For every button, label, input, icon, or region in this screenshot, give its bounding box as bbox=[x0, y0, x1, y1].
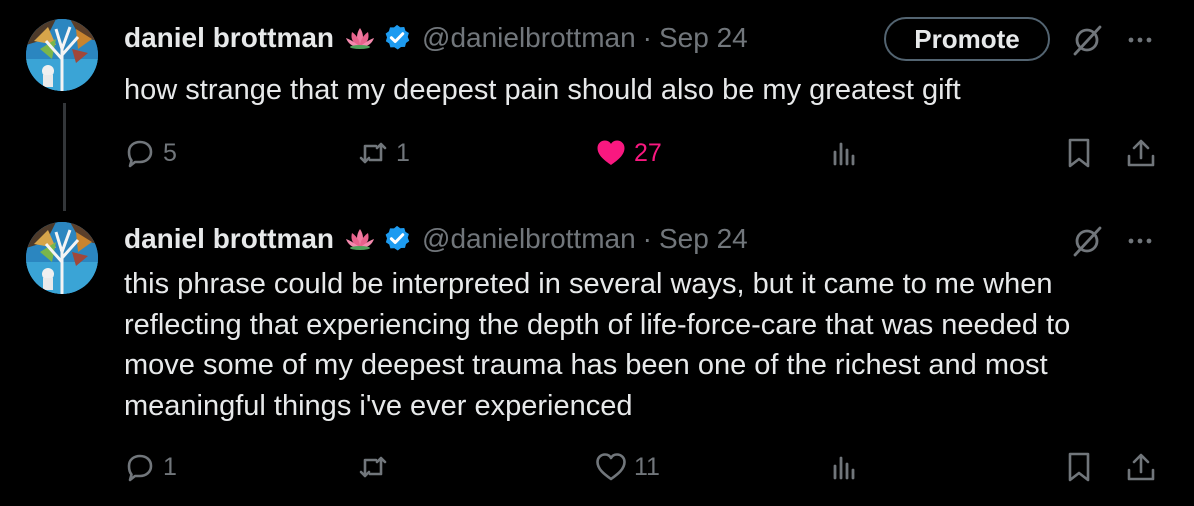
lotus-emoji bbox=[346, 229, 375, 250]
retweet-button[interactable] bbox=[356, 447, 396, 487]
retweet-icon bbox=[359, 456, 387, 478]
like-button[interactable]: 11 bbox=[594, 447, 660, 487]
reply-icon bbox=[127, 140, 153, 168]
tweet-2[interactable]: daniel brottman @danielbrottman · Sep 24… bbox=[0, 215, 1194, 506]
verified-badge-icon[interactable] bbox=[382, 224, 412, 254]
grok-icon[interactable] bbox=[1070, 224, 1104, 258]
grok-icon[interactable] bbox=[1070, 23, 1104, 57]
retweet-button[interactable]: 1 bbox=[356, 133, 410, 173]
reply-count: 1 bbox=[163, 452, 177, 481]
avatar-image bbox=[26, 19, 98, 91]
lotus-emoji bbox=[346, 28, 375, 49]
share-button[interactable] bbox=[1124, 447, 1158, 487]
tweet-actions: 5 1 27 bbox=[0, 133, 1194, 173]
tweet-actions: 1 11 bbox=[0, 447, 1194, 487]
author-handle[interactable]: @danielbrottman bbox=[422, 223, 636, 255]
retweet-icon bbox=[359, 142, 387, 164]
like-count: 27 bbox=[634, 138, 662, 167]
tweet-1[interactable]: daniel brottman @danielbrottman · Sep 24… bbox=[0, 0, 1194, 215]
share-icon bbox=[1127, 139, 1155, 167]
views-icon bbox=[833, 142, 855, 166]
tweet-text: how strange that my deepest pain should … bbox=[124, 74, 961, 106]
tweet-date[interactable]: Sep 24 bbox=[659, 223, 748, 255]
promote-button[interactable]: Promote bbox=[884, 17, 1050, 61]
more-icon[interactable] bbox=[1124, 225, 1156, 257]
avatar[interactable] bbox=[26, 222, 98, 294]
like-icon bbox=[597, 140, 625, 165]
retweet-count: 1 bbox=[396, 138, 410, 167]
more-icon[interactable] bbox=[1124, 24, 1156, 56]
share-button[interactable] bbox=[1124, 133, 1158, 173]
author-name[interactable]: daniel brottman bbox=[124, 223, 334, 255]
separator-dot: · bbox=[642, 223, 652, 254]
author-name[interactable]: daniel brottman bbox=[124, 22, 334, 54]
avatar-image bbox=[26, 222, 98, 294]
tweet-text: this phrase could be interpreted in seve… bbox=[124, 268, 1071, 422]
like-count: 11 bbox=[634, 452, 660, 481]
separator-dot: · bbox=[642, 22, 652, 53]
bookmark-icon bbox=[1068, 452, 1090, 482]
bookmark-button[interactable] bbox=[1062, 447, 1096, 487]
tweet-header: daniel brottman @danielbrottman · Sep 24 bbox=[124, 18, 748, 58]
avatar[interactable] bbox=[26, 19, 98, 91]
share-icon bbox=[1127, 453, 1155, 481]
author-handle[interactable]: @danielbrottman bbox=[422, 22, 636, 54]
reply-icon bbox=[127, 454, 153, 482]
reply-button[interactable]: 1 bbox=[123, 447, 177, 487]
like-button[interactable]: 27 bbox=[594, 133, 662, 173]
reply-count: 5 bbox=[163, 138, 177, 167]
verified-badge-icon[interactable] bbox=[382, 23, 412, 53]
like-icon bbox=[596, 453, 626, 481]
bookmark-button[interactable] bbox=[1062, 133, 1096, 173]
views-button[interactable] bbox=[828, 133, 862, 173]
views-button[interactable] bbox=[828, 447, 862, 487]
reply-button[interactable]: 5 bbox=[123, 133, 177, 173]
tweet-date[interactable]: Sep 24 bbox=[659, 22, 748, 54]
views-icon bbox=[833, 456, 855, 480]
tweet-header: daniel brottman @danielbrottman · Sep 24 bbox=[124, 219, 748, 259]
bookmark-icon bbox=[1068, 138, 1090, 168]
